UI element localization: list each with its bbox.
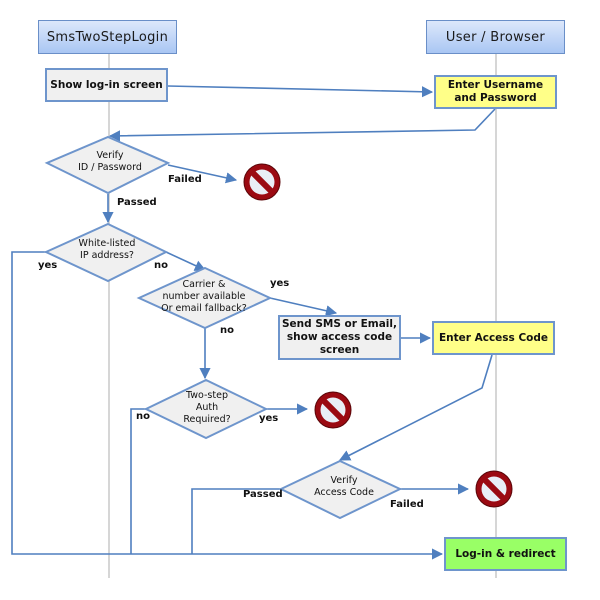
decision-whitelisted-label: White-listed IP address? <box>79 238 136 262</box>
enter-credentials-box: Enter Username and Password <box>434 75 557 109</box>
edge-label-verify-id-passed: Passed <box>117 197 157 208</box>
edge-label-whitelisted-yes: yes <box>38 260 58 271</box>
decision-carrier-line2: number available <box>162 291 246 302</box>
edge-label-two-step-yes: yes <box>259 413 279 424</box>
send-sms-line3: screen <box>319 344 360 356</box>
decision-verify-code-line1: Verify <box>330 475 358 486</box>
decision-carrier-label: Carrier & number available Or email fall… <box>161 279 247 315</box>
send-sms-line2: show access code <box>286 331 393 343</box>
edge-label-carrier-no: no <box>220 325 234 336</box>
decision-two-step-line2: Auth <box>195 402 219 413</box>
decision-whitelisted-line2: IP address? <box>80 250 134 261</box>
decision-verify-code-label: Verify Access Code <box>314 475 374 499</box>
enter-credentials-line1: Enter Username <box>447 79 544 91</box>
decision-whitelisted-line1: White-listed <box>78 238 136 249</box>
decision-verify-code-line2: Access Code <box>314 487 374 498</box>
decision-two-step-label: Two-step Auth Required? <box>183 390 230 426</box>
decision-carrier-line3: Or email fallback? <box>161 303 247 314</box>
stop-icon-verify-code <box>475 470 513 508</box>
enter-credentials-line2: and Password <box>454 92 537 104</box>
stop-icon-verify-id <box>243 163 281 201</box>
edge-carrier-yes <box>269 297 338 317</box>
stop-icon-two-step <box>314 391 352 429</box>
login-redirect-box: Log-in & redirect <box>444 537 567 571</box>
edge-label-verify-code-passed: Passed <box>243 489 283 500</box>
edge-label-whitelisted-no: no <box>154 260 168 271</box>
decision-two-step-line1: Two-step <box>186 390 228 401</box>
decision-verify-id-line2: ID / Password <box>78 162 142 173</box>
edge-two-step-no <box>130 408 146 554</box>
show-login-screen-box: Show log-in screen <box>45 68 168 102</box>
edge-whitelisted-no <box>165 251 207 271</box>
edge-label-verify-id-failed: Failed <box>168 174 202 185</box>
show-login-screen-label: Show log-in screen <box>50 78 163 91</box>
send-sms-box: Send SMS or Email, show access code scre… <box>278 315 401 360</box>
edge-label-carrier-yes: yes <box>270 278 290 289</box>
send-sms-line1: Send SMS or Email, <box>282 318 397 330</box>
login-redirect-label: Log-in & redirect <box>455 547 556 560</box>
decision-verify-id-label: Verify ID / Password <box>78 150 142 174</box>
enter-access-code-box: Enter Access Code <box>432 321 555 355</box>
edge-access-code-to-verify-code <box>339 354 493 461</box>
edge-label-verify-code-failed: Failed <box>390 499 424 510</box>
lane-header-smstwosteplogin: SmsTwoStepLogin <box>38 20 177 54</box>
decision-two-step-line3: Required? <box>183 414 231 425</box>
edge-label-two-step-no: no <box>136 411 150 422</box>
edge-show-login-to-credentials <box>167 85 434 98</box>
decision-carrier-line1: Carrier & <box>182 279 226 290</box>
flowchart-canvas: SmsTwoStepLogin User / Browser Show log-… <box>0 0 600 600</box>
lane-header-user-browser: User / Browser <box>426 20 565 54</box>
enter-access-code-label: Enter Access Code <box>438 331 549 344</box>
decision-verify-id-line1: Verify <box>96 150 124 161</box>
edge-credentials-to-verify-id <box>108 108 496 142</box>
